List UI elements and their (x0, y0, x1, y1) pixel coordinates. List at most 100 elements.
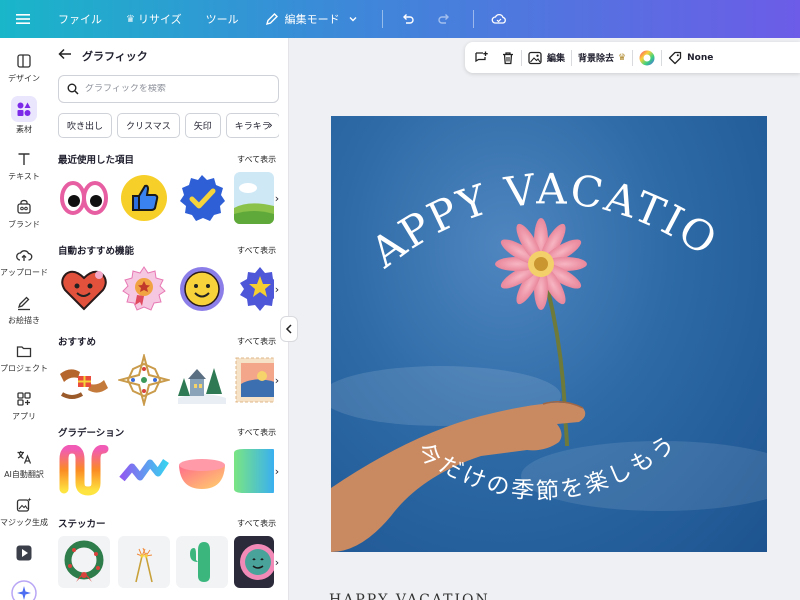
rail-item-draw[interactable]: お絵描き (0, 294, 48, 326)
file-menu[interactable]: ファイル (46, 0, 114, 38)
graphic-sunset-stamp[interactable] (234, 354, 274, 406)
graphics-panel: グラフィック 吹き出し クリスマス 矢印 キラキラ › 最近使用した項目 すべて… (48, 38, 289, 600)
redo-icon (435, 10, 453, 28)
rail-item-elements[interactable]: 素材 (0, 96, 48, 135)
add-comment-button[interactable] (465, 42, 495, 73)
delete-button[interactable] (495, 42, 521, 73)
see-all-link[interactable]: すべて表示 (237, 245, 276, 256)
graphic-smiley-face[interactable] (176, 263, 228, 315)
rail-item-apps[interactable]: アプリ (0, 390, 48, 422)
chevron-right-icon[interactable]: › (270, 374, 284, 388)
crown-icon: ♛ (618, 52, 627, 63)
rail-item-brand[interactable]: ブランド (0, 198, 48, 230)
undo-button[interactable] (387, 0, 433, 38)
graphic-winter-village[interactable] (176, 354, 228, 406)
rail-label: デザイン (8, 74, 40, 83)
graphic-ornament-star[interactable] (118, 354, 170, 406)
canvas-area: 編集 背景除去 ♛ None HAPPY VACATIO (289, 38, 800, 600)
rail-label: ブランド (8, 220, 40, 229)
see-all-link[interactable]: すべて表示 (237, 336, 276, 347)
flower-graphic (495, 218, 587, 310)
search-icon (67, 83, 79, 95)
shapes-icon (11, 96, 37, 122)
pencil-icon (263, 10, 281, 28)
graphic-gradient-shape[interactable] (234, 445, 274, 497)
section-title-recommended: おすすめ (58, 337, 97, 348)
chevron-right-icon[interactable]: › (268, 118, 273, 132)
section-title-auto-recommend: 自動おすすめ機能 (58, 246, 135, 257)
graphic-gradient-bowl[interactable] (176, 445, 228, 497)
edit-mode-menu[interactable]: 編集モード (251, 0, 378, 38)
topbar-divider (381, 10, 383, 28)
graphic-christmas-wreath[interactable] (58, 536, 110, 588)
see-all-link[interactable]: すべて表示 (237, 154, 276, 165)
graphic-gradient-ribbon[interactable] (118, 445, 170, 497)
bg-remover-button[interactable]: 背景除去 ♛ (572, 42, 632, 73)
chevron-right-icon[interactable]: › (270, 283, 284, 297)
rail-item-magic-media[interactable]: マジック生成 (0, 496, 48, 528)
graphic-cactus-sticker[interactable] (176, 536, 228, 588)
chevron-left-icon (285, 324, 292, 334)
see-all-link[interactable]: すべて表示 (237, 518, 276, 529)
graphic-sparklers[interactable] (118, 536, 170, 588)
link-button[interactable]: None (662, 42, 719, 73)
rail-item-ai-translate[interactable]: AI自動翻訳 (0, 448, 48, 480)
rail-item-video-app[interactable] (0, 544, 48, 565)
resize-menu[interactable]: ♛ リサイズ (114, 0, 194, 38)
panel-title: グラフィック (82, 50, 148, 63)
left-rail: デザイン 素材 テキスト ブランド アップロード お絵描き プロジェクト アプリ… (0, 38, 48, 600)
search-box[interactable] (58, 75, 279, 103)
cloud-save-button[interactable] (478, 0, 524, 38)
graphic-award-badge[interactable] (118, 263, 170, 315)
layout-icon (17, 54, 31, 68)
section-title-recent: 最近使用した項目 (58, 155, 135, 166)
design-page[interactable]: HAPPY VACATION! (331, 116, 767, 552)
edit-mode-label: 編集モード (284, 13, 340, 26)
search-input[interactable] (85, 84, 265, 94)
resize-menu-label: リサイズ (137, 13, 182, 26)
chevron-right-icon[interactable]: › (270, 556, 284, 570)
redo-button[interactable] (433, 0, 469, 38)
chip-arrow[interactable]: 矢印 (184, 113, 221, 138)
collapse-panel-button[interactable] (280, 316, 298, 342)
edit-image-label: 編集 (547, 54, 566, 64)
rail-item-upload[interactable]: アップロード (0, 246, 48, 278)
bg-remover-label: 背景除去 (578, 54, 615, 64)
color-wheel-icon (639, 50, 655, 65)
menu-icon[interactable] (0, 0, 46, 38)
design-artwork: HAPPY VACATION! (331, 116, 767, 552)
rail-item-design[interactable]: デザイン (0, 52, 48, 84)
graphic-star-badge[interactable] (234, 263, 274, 315)
chevron-right-icon[interactable]: › (270, 192, 284, 206)
rail-label: マジック生成 (0, 518, 48, 527)
crown-icon: ♛ (126, 13, 135, 25)
edit-image-button[interactable]: 編集 (522, 42, 571, 73)
graphic-eyes[interactable] (58, 172, 110, 224)
rail-item-magic-assistant[interactable] (0, 580, 48, 600)
back-arrow-icon[interactable] (58, 48, 72, 64)
next-page-preview-text: HAPPY VACATION (329, 592, 490, 600)
trash-icon (503, 51, 513, 64)
filter-chips: 吹き出し クリスマス 矢印 キラキラ (58, 113, 279, 139)
chip-speech-bubble[interactable]: 吹き出し (58, 113, 113, 138)
rail-item-projects[interactable]: プロジェクト (0, 342, 48, 374)
top-bar: ファイル ♛ リサイズ ツール 編集モード (0, 0, 800, 38)
see-all-link[interactable]: すべて表示 (237, 427, 276, 438)
graphic-verified-badge[interactable] (176, 172, 228, 224)
graphic-hands-gift[interactable] (58, 354, 110, 406)
rail-item-text[interactable]: テキスト (0, 150, 48, 182)
graphic-heart-face[interactable] (58, 263, 110, 315)
graphic-thumbs-up[interactable] (118, 172, 170, 224)
undo-icon (399, 10, 417, 28)
rail-label: アップロード (0, 268, 48, 277)
graphic-landscape-window[interactable] (234, 172, 274, 224)
chip-christmas[interactable]: クリスマス (117, 113, 180, 138)
tag-icon (668, 51, 682, 64)
brand-icon (17, 199, 31, 214)
color-picker-button[interactable] (633, 42, 661, 73)
tools-menu[interactable]: ツール (194, 0, 251, 38)
graphic-sun-face-sticker[interactable] (234, 536, 274, 588)
graphic-gradient-wave[interactable] (58, 445, 110, 497)
file-menu-label: ファイル (58, 13, 102, 26)
chevron-right-icon[interactable]: › (270, 465, 284, 479)
